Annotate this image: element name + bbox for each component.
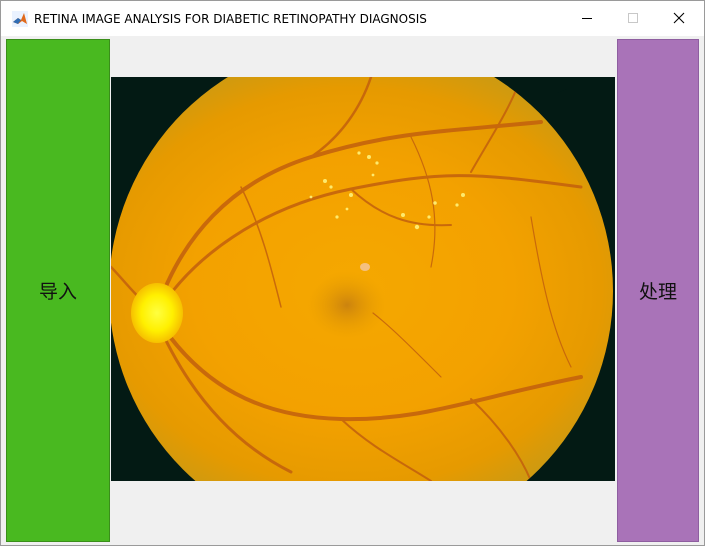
maximize-button[interactable] xyxy=(610,1,656,36)
maximize-icon xyxy=(627,9,639,28)
close-button[interactable] xyxy=(656,1,702,36)
fundus-image xyxy=(109,75,615,482)
close-icon xyxy=(673,9,685,28)
fundus-image-panel xyxy=(109,75,615,482)
minimize-icon xyxy=(581,9,593,28)
window-title: RETINA IMAGE ANALYSIS FOR DIABETIC RETIN… xyxy=(34,12,427,26)
import-button-label: 导入 xyxy=(38,281,77,303)
title-bar[interactable]: RETINA IMAGE ANALYSIS FOR DIABETIC RETIN… xyxy=(1,1,704,36)
process-button-label: 处理 xyxy=(638,281,677,303)
import-button[interactable]: 导入 xyxy=(6,39,110,542)
minimize-button[interactable] xyxy=(564,1,610,36)
client-area: 导入 处理 xyxy=(1,36,704,545)
process-button[interactable]: 处理 xyxy=(617,39,699,542)
app-window: RETINA IMAGE ANALYSIS FOR DIABETIC RETIN… xyxy=(0,0,705,546)
matlab-icon[interactable] xyxy=(12,11,28,27)
